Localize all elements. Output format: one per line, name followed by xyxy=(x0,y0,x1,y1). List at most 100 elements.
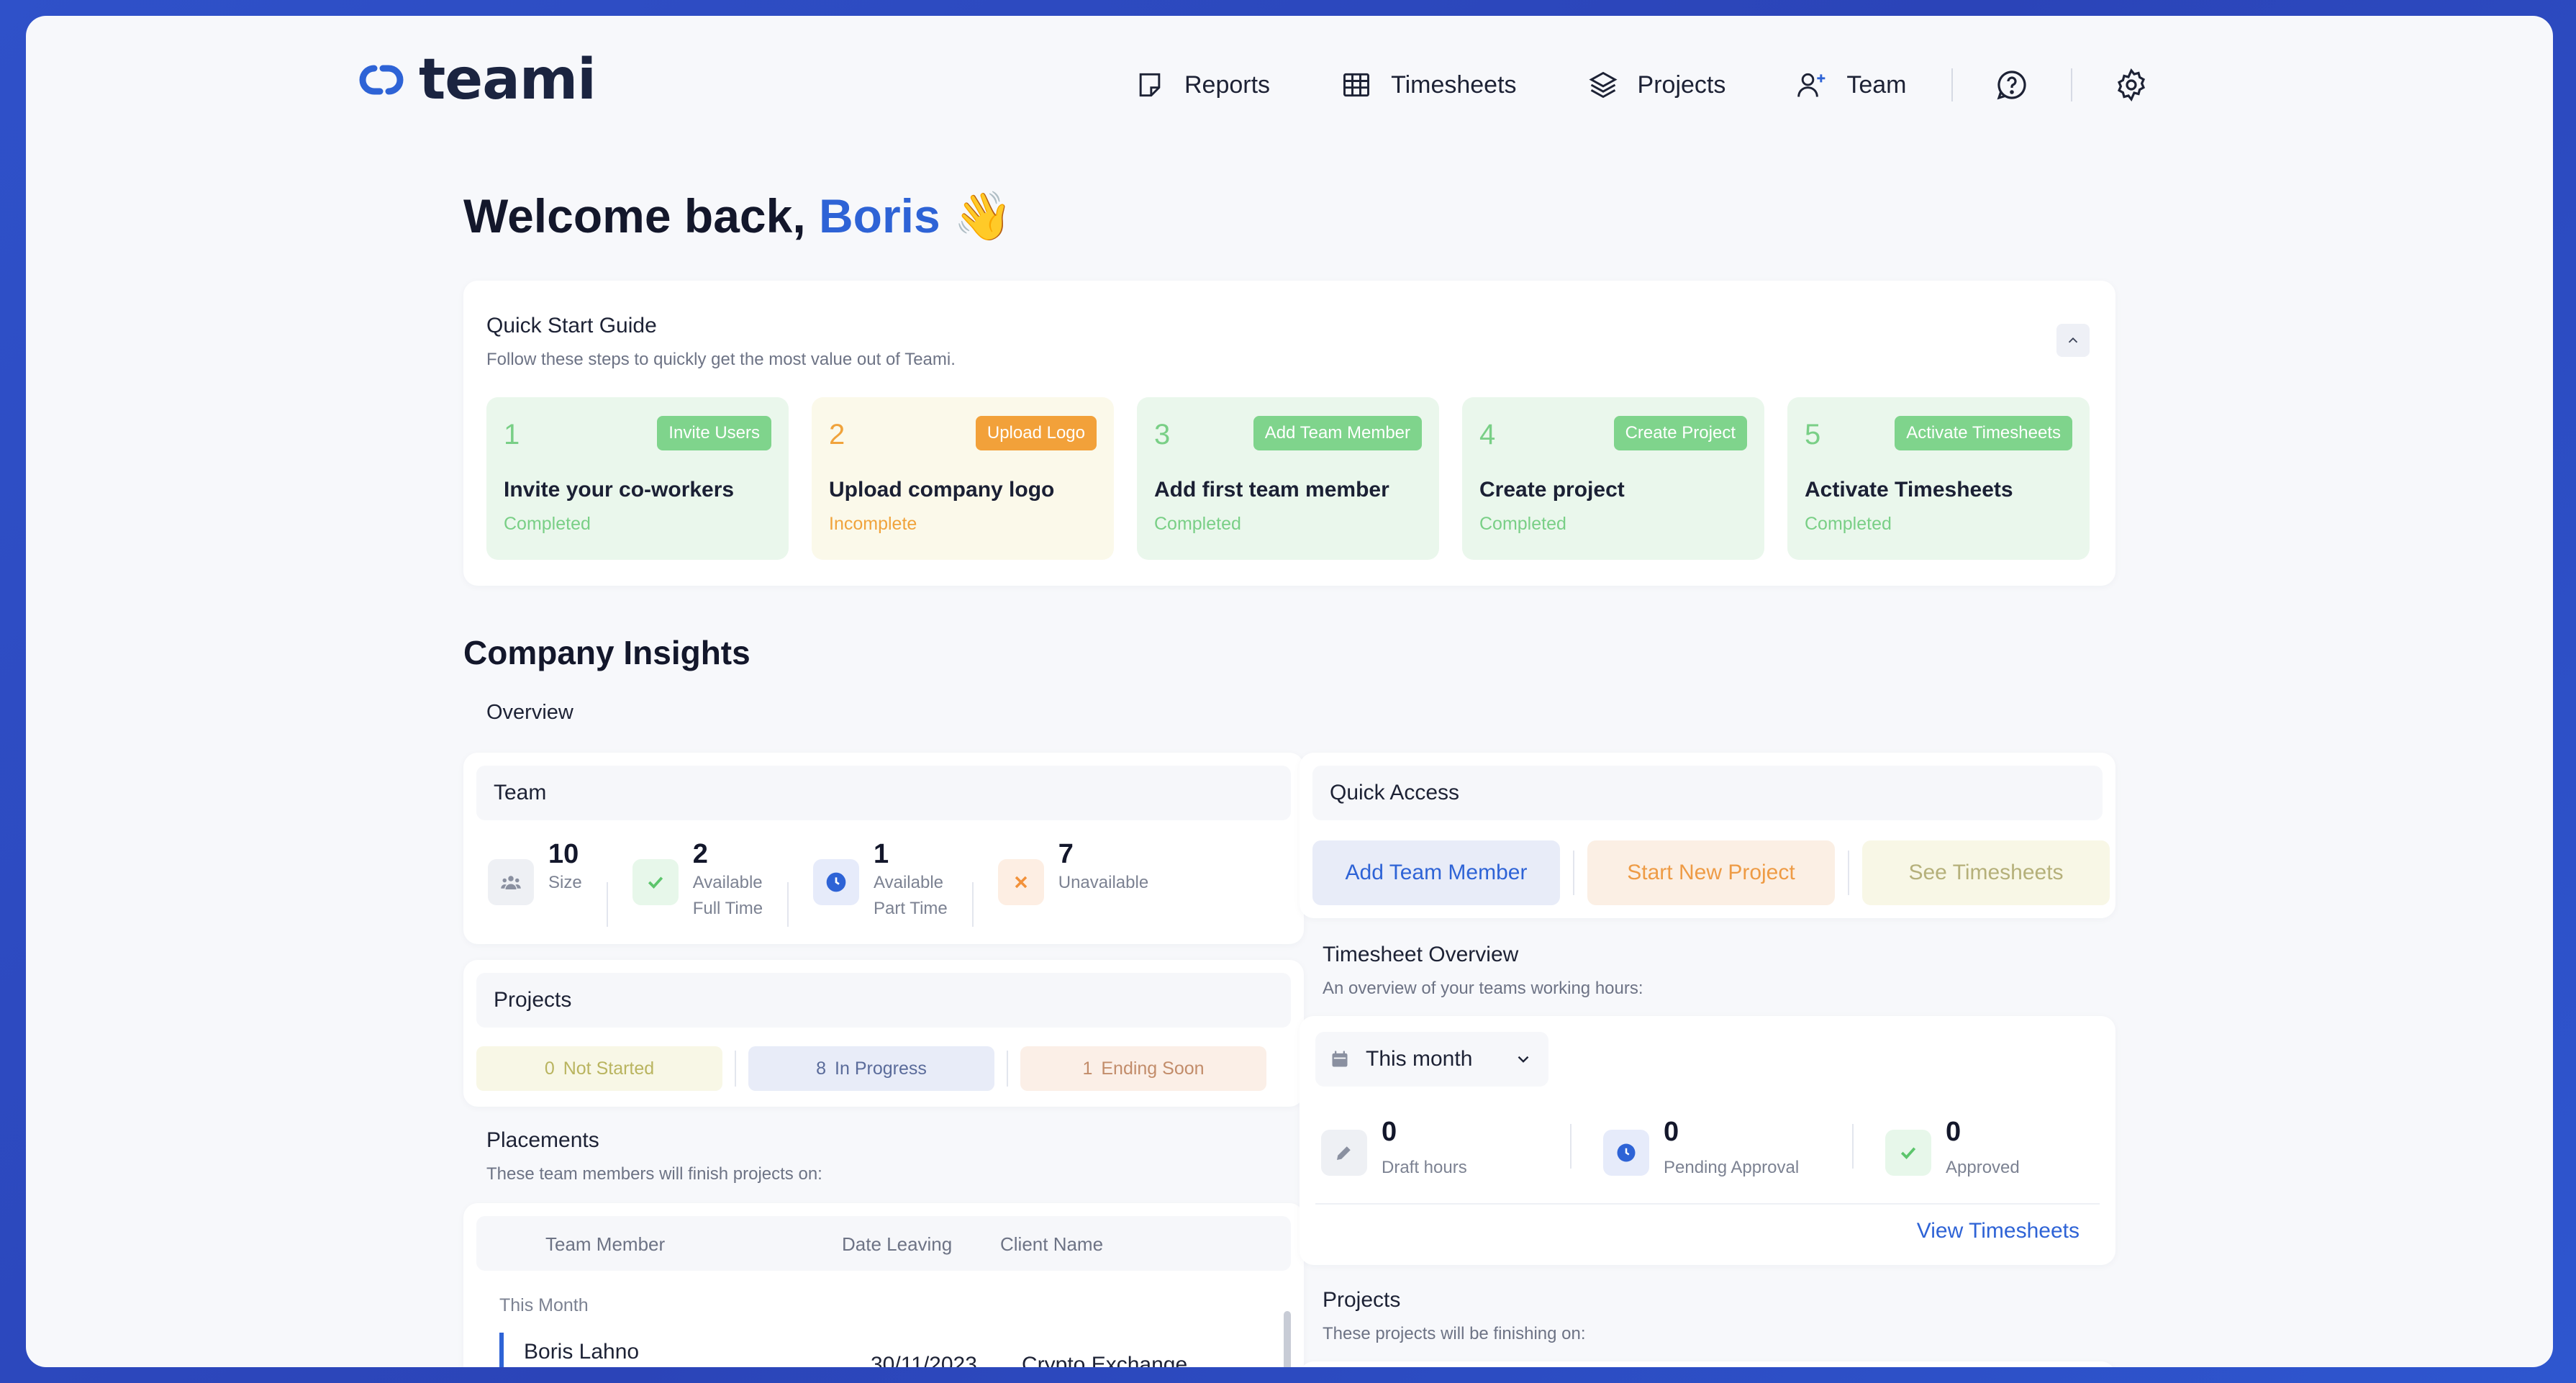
add-team-member-button[interactable]: Add Team Member xyxy=(1312,840,1560,905)
settings-button[interactable] xyxy=(2114,68,2149,102)
step-status: Completed xyxy=(504,514,591,534)
pill-label: In Progress xyxy=(835,1058,927,1079)
divider xyxy=(1848,851,1849,895)
steps-list: 1 Invite Users Invite your co-workers Co… xyxy=(486,397,2090,560)
step-card[interactable]: 5 Activate Timesheets Activate Timesheet… xyxy=(1787,397,2090,560)
ending-soon-pill[interactable]: 1 Ending Soon xyxy=(1020,1046,1266,1091)
gear-icon xyxy=(2117,68,2145,102)
step-number: 3 xyxy=(1154,419,1171,450)
step-badge[interactable]: Invite Users xyxy=(657,416,771,450)
period-value: This month xyxy=(1366,1047,1473,1071)
stat-label: Available xyxy=(874,873,944,892)
step-title: Create project xyxy=(1479,478,1625,502)
step-status: Incomplete xyxy=(829,514,917,534)
draft-hours-stat: 0 Draft hours xyxy=(1321,1117,1573,1178)
pill-label: Not Started xyxy=(563,1058,655,1079)
divider xyxy=(606,882,608,927)
nav-team-label: Team xyxy=(1846,71,1907,99)
step-badge[interactable]: Activate Timesheets xyxy=(1895,416,2072,450)
pill-count: 1 xyxy=(1082,1058,1093,1079)
stat-label: Full Time xyxy=(692,899,763,918)
group-label: This Month xyxy=(499,1295,589,1315)
client-name: Crypto Exchange xyxy=(1022,1353,1188,1367)
step-card[interactable]: 2 Upload Logo Upload company logo Incomp… xyxy=(812,397,1114,560)
step-number: 5 xyxy=(1805,419,1821,450)
column-header: Date Leaving xyxy=(842,1233,953,1255)
scrollbar[interactable] xyxy=(1284,1311,1291,1367)
table-row[interactable]: Boris Lahno Junior FrontEnd Developer 30… xyxy=(499,1333,1248,1367)
step-badge[interactable]: Create Project xyxy=(1613,416,1747,450)
main-nav: Reports Timesheets Projects Team xyxy=(1134,68,2149,102)
divider xyxy=(1573,851,1574,895)
step-number: 2 xyxy=(829,419,845,450)
team-size-stat: 10 Size xyxy=(488,839,582,927)
step-card[interactable]: 4 Create Project Create project Complete… xyxy=(1462,397,1764,560)
stat-value: 2 xyxy=(692,839,708,869)
nav-projects[interactable]: Projects xyxy=(1587,69,1725,101)
user-name: Boris xyxy=(819,189,940,242)
step-number: 4 xyxy=(1479,419,1496,450)
pencil-icon xyxy=(1321,1130,1367,1176)
quick-start-title: Quick Start Guide xyxy=(486,314,657,337)
available-part-time-stat: 1 Available Part Time xyxy=(813,839,948,927)
step-status: Completed xyxy=(1154,514,1241,534)
collapse-button[interactable] xyxy=(2056,324,2090,357)
pill-label: Ending Soon xyxy=(1101,1058,1205,1079)
top-header: teami Reports Timesheets Projects Team xyxy=(26,16,2553,160)
quick-access-buttons: Add Team Member Start New Project See Ti… xyxy=(1312,840,2110,905)
stat-value: 7 xyxy=(1058,839,1074,869)
quick-start-guide: Quick Start Guide Follow these steps to … xyxy=(463,281,2115,586)
stat-value: 0 xyxy=(1382,1117,1397,1147)
stat-value: 0 xyxy=(1664,1117,1679,1147)
team-card-title: Team xyxy=(476,766,1291,820)
quick-start-subtitle: Follow these steps to quickly get the mo… xyxy=(486,350,956,369)
finishing-projects-card xyxy=(1300,1361,2115,1367)
stat-value: 10 xyxy=(548,839,579,869)
step-card[interactable]: 1 Invite Users Invite your co-workers Co… xyxy=(486,397,789,560)
nav-reports[interactable]: Reports xyxy=(1134,69,1270,101)
placements-table: Team Member Date Leaving Client Name Thi… xyxy=(463,1203,1304,1367)
page-title: Welcome back, Boris 👋 xyxy=(463,189,1012,245)
stat-value: 0 xyxy=(1946,1117,1962,1147)
logo-mark-icon xyxy=(359,65,404,95)
divider xyxy=(735,1051,736,1087)
timesheet-subtitle: An overview of your teams working hours: xyxy=(1323,979,1643,998)
team-card: Team 10 Size 2 Available Full Time 1 Ava… xyxy=(463,753,1304,944)
note-icon xyxy=(1139,73,1161,97)
start-new-project-button[interactable]: Start New Project xyxy=(1587,840,1835,905)
finishing-projects-subtitle: These projects will be finishing on: xyxy=(1323,1324,1586,1343)
stat-label: Approved xyxy=(1946,1158,2020,1177)
quick-access-card: Quick Access Add Team Member Start New P… xyxy=(1300,753,2115,918)
add-user-icon xyxy=(1797,73,1826,97)
placements-subtitle: These team members will finish projects … xyxy=(486,1164,822,1184)
period-select[interactable]: This month xyxy=(1315,1032,1548,1087)
step-badge[interactable]: Add Team Member xyxy=(1253,416,1422,450)
step-card[interactable]: 3 Add Team Member Add first team member … xyxy=(1137,397,1439,560)
nav-divider xyxy=(1951,68,1953,101)
divider xyxy=(1315,1203,2100,1205)
help-icon xyxy=(1997,71,2026,100)
step-number: 1 xyxy=(504,419,520,450)
pill-count: 8 xyxy=(816,1058,827,1079)
not-started-pill[interactable]: 0 Not Started xyxy=(476,1046,722,1091)
clock-icon xyxy=(1603,1130,1649,1176)
see-timesheets-button[interactable]: See Timesheets xyxy=(1862,840,2110,905)
nav-timesheets-label: Timesheets xyxy=(1391,71,1517,99)
logo[interactable]: teami xyxy=(353,47,597,112)
in-progress-pill[interactable]: 8 In Progress xyxy=(748,1046,994,1091)
close-icon xyxy=(997,859,1044,905)
help-button[interactable] xyxy=(1995,68,2029,102)
quick-access-title: Quick Access xyxy=(1312,766,2103,820)
nav-timesheets[interactable]: Timesheets xyxy=(1341,69,1517,101)
nav-team[interactable]: Team xyxy=(1796,69,1907,101)
stat-label: Pending Approval xyxy=(1664,1158,1800,1177)
divider xyxy=(787,882,789,927)
stat-label: Size xyxy=(548,873,582,892)
welcome-prefix: Welcome back, xyxy=(463,189,820,242)
timesheet-card: This month 0 Draft hours 0 Pending Appro… xyxy=(1300,1016,2115,1265)
check-icon xyxy=(632,859,679,905)
unavailable-stat: 7 Unavailable xyxy=(997,839,1148,927)
projects-card-title: Projects xyxy=(476,973,1291,1028)
step-badge[interactable]: Upload Logo xyxy=(975,416,1097,450)
view-timesheets-link[interactable]: View Timesheets xyxy=(1917,1219,2080,1243)
